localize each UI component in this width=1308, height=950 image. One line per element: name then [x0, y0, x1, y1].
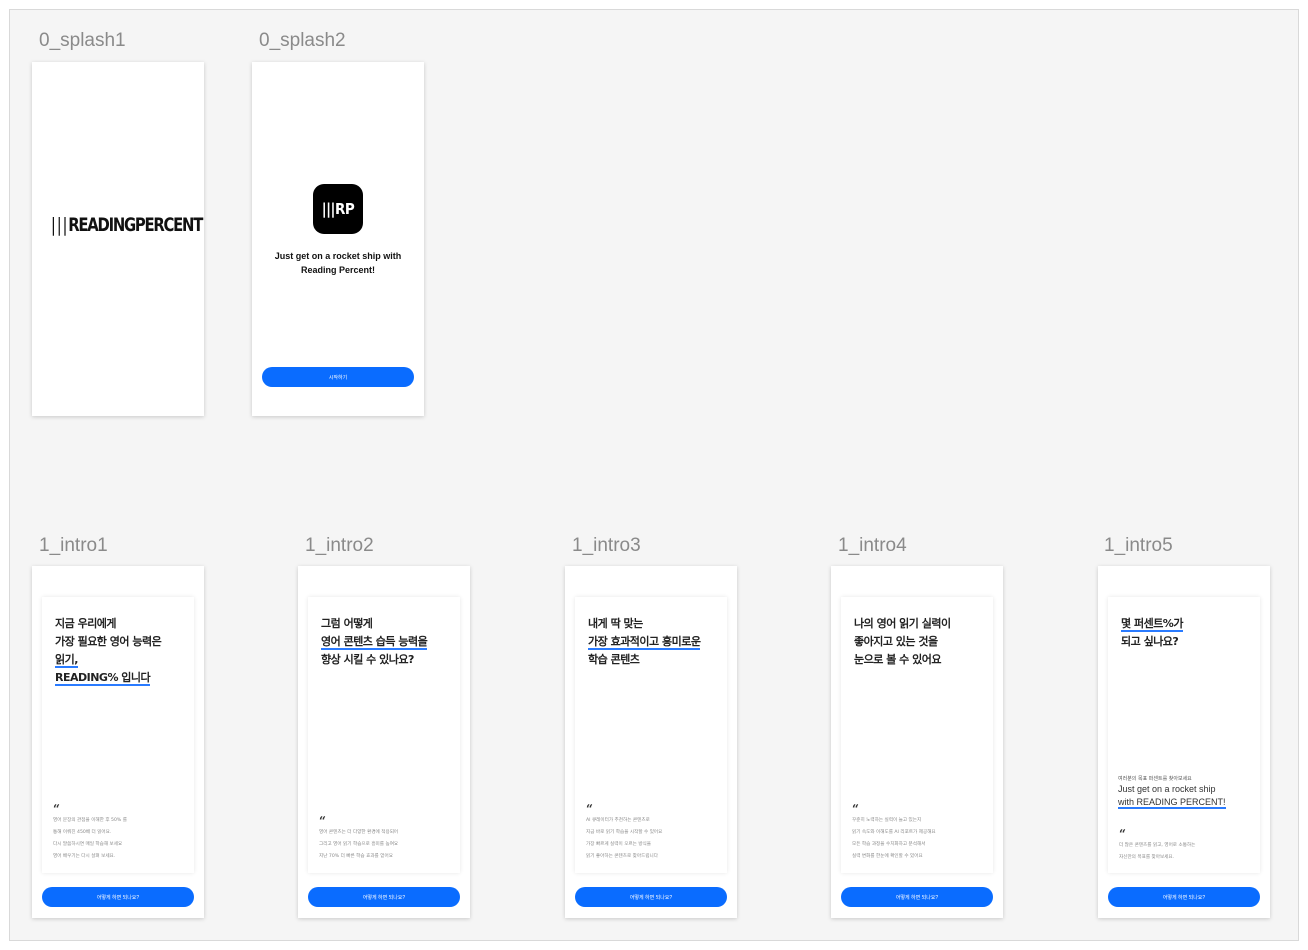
quote-icon: “ [53, 802, 60, 816]
heading-line: 지금 우리에게 [55, 617, 117, 630]
design-canvas: 0_splash1 |||READINGPERCENT 0_splash2 ||… [9, 9, 1299, 941]
body-line: 지난 70% 더 빠른 학습 효과를 얻어요 [319, 854, 393, 859]
artboard-intro2[interactable]: 그럼 어떻게 영어 콘텐츠 습득 능력을 향상 시킬 수 있나요? “ 영어 콘… [298, 566, 470, 918]
logo-wordmark: READINGPERCENT [68, 214, 203, 236]
tagline-line-1: Just get on a rocket ship with [274, 251, 402, 261]
frame-label-splash1[interactable]: 0_splash1 [39, 30, 126, 52]
readingpercent-logo: |||READINGPERCENT [50, 214, 203, 236]
intro-body: 영어 문장의 관점을 이해한 후 50% 를 통해 이뤄진 450배 더 읽어요… [53, 815, 187, 863]
splash-tagline: Just get on a rocket ship with Reading P… [252, 249, 424, 277]
intro-body: 더 많은 콘텐츠를 읽고, 영어로 소통하는 자신만의 목표를 찾아보세요. [1119, 840, 1253, 864]
heading-highlight: 영어 콘텐츠 습득 능력을 [321, 635, 428, 650]
artboard-intro4[interactable]: 나의 영어 읽기 실력이 좋아지고 있는 것을 눈으로 볼 수 있어요 “ 꾸준… [831, 566, 1003, 918]
body-line: 자신만의 목표를 찾아보세요. [1119, 855, 1175, 860]
frame-label-intro2[interactable]: 1_intro2 [305, 535, 374, 557]
intro-heading: 몇 퍼센트%가 되고 싶나요? [1121, 615, 1257, 651]
intro-subtitle: Just get on a rocket ship with READING P… [1118, 783, 1226, 809]
intro-card: 나의 영어 읽기 실력이 좋아지고 있는 것을 눈으로 볼 수 있어요 “ 꾸준… [841, 597, 993, 873]
tagline-line-2: Reading Percent! [300, 265, 376, 275]
quote-icon: “ [319, 814, 326, 828]
how-button[interactable]: 어떻게 하면 되나요? [308, 887, 460, 907]
artboard-intro5[interactable]: 몇 퍼센트%가 되고 싶나요? 여러분의 목표 퍼센트를 찾아보세요 Just … [1098, 566, 1270, 918]
intro-body: 꾸준히 노력하는 실력이 늘고 있는지 읽기 속도와 이해도를 AI 리포트가 … [852, 815, 986, 863]
subtitle-line: Just get on a rocket ship [1118, 784, 1216, 794]
body-line: 통해 이뤄진 450배 더 읽어요. [53, 830, 112, 835]
body-line: 지금 바로 읽기 학습을 시작할 수 있어요 [586, 830, 663, 835]
body-line: 가장 빠르게 실력이 오르는 방식을 [586, 842, 652, 847]
frame-label-intro3[interactable]: 1_intro3 [572, 535, 641, 557]
intro-body: 영어 콘텐츠는 더 다양한 환경에 적용되어 그리고 영어 읽기 학습으로 흥미… [319, 827, 453, 863]
how-button[interactable]: 어떻게 하면 되나요? [841, 887, 993, 907]
frame-label-intro1[interactable]: 1_intro1 [39, 535, 108, 557]
artboard-splash1[interactable]: |||READINGPERCENT [32, 62, 204, 416]
heading-line: 내게 딱 맞는 [588, 617, 643, 630]
heading-line: 향상 시킬 수 있나요? [321, 653, 414, 666]
body-line: 꾸준히 노력하는 실력이 늘고 있는지 [852, 818, 922, 823]
body-line: 그리고 영어 읽기 학습으로 흥미를 높여요 [319, 842, 399, 847]
artboard-splash2[interactable]: |||RP Just get on a rocket ship with Rea… [252, 62, 424, 416]
intro-subcaption: 여러분의 목표 퍼센트를 찾아보세요 [1118, 776, 1192, 782]
body-line: 다시 말씀하시면 매일 학습해 보세요 [53, 842, 123, 847]
intro-card: 몇 퍼센트%가 되고 싶나요? 여러분의 목표 퍼센트를 찾아보세요 Just … [1108, 597, 1260, 873]
artboard-intro1[interactable]: 지금 우리에게 가장 필요한 영어 능력은 읽기, READING% 입니다 “… [32, 566, 204, 918]
body-line: 영어 배우기는 다시 살펴 보세요. [53, 854, 116, 859]
body-line: 읽기 좋아하는 콘텐츠로 찾아드립니다 [586, 854, 659, 859]
start-button[interactable]: 시작하기 [262, 367, 414, 387]
how-button[interactable]: 어떻게 하면 되나요? [1108, 887, 1260, 907]
how-button[interactable]: 어떻게 하면 되나요? [575, 887, 727, 907]
heading-line: 학습 콘텐츠 [588, 653, 640, 666]
body-line: 읽기 속도와 이해도를 AI 리포트가 제공해요 [852, 830, 936, 835]
quote-icon: “ [1119, 827, 1126, 841]
heading-highlight: 몇 퍼센트%가 [1121, 617, 1183, 632]
heading-highlight: 가장 효과적이고 흥미로운 [588, 635, 701, 650]
intro-card: 내게 딱 맞는 가장 효과적이고 흥미로운 학습 콘텐츠 “ AI 큐레이터가 … [575, 597, 727, 873]
how-button[interactable]: 어떻게 하면 되나요? [42, 887, 194, 907]
heading-highlight: 읽기, [55, 653, 78, 668]
logo-bars: ||| [50, 214, 69, 236]
app-icon: |||RP [313, 184, 363, 234]
intro-body: AI 큐레이터가 추천하는 콘텐츠로 지금 바로 읽기 학습을 시작할 수 있어… [586, 815, 720, 863]
heading-line: 나의 영어 읽기 실력이 [854, 617, 951, 630]
body-line: 영어 콘텐츠는 더 다양한 환경에 적용되어 [319, 830, 399, 835]
body-line: AI 큐레이터가 추천하는 콘텐츠로 [586, 818, 650, 823]
heading-highlight: READING% 입니다 [55, 671, 151, 686]
artboard-intro3[interactable]: 내게 딱 맞는 가장 효과적이고 흥미로운 학습 콘텐츠 “ AI 큐레이터가 … [565, 566, 737, 918]
body-line: 더 많은 콘텐츠를 읽고, 영어로 소통하는 [1119, 843, 1196, 848]
heading-line: 되고 싶나요? [1121, 635, 1179, 648]
heading-line: 눈으로 볼 수 있어요 [854, 653, 941, 666]
intro-card: 지금 우리에게 가장 필요한 영어 능력은 읽기, READING% 입니다 “… [42, 597, 194, 873]
body-line: 모든 학습 과정을 수치화하고 분석해서 [852, 842, 926, 847]
frame-label-intro4[interactable]: 1_intro4 [838, 535, 907, 557]
intro-card: 그럼 어떻게 영어 콘텐츠 습득 능력을 향상 시킬 수 있나요? “ 영어 콘… [308, 597, 460, 873]
heading-line: 좋아지고 있는 것을 [854, 635, 938, 648]
body-line: 실력 변화를 한눈에 확인할 수 있어요 [852, 854, 923, 859]
app-icon-text: |||RP [321, 200, 355, 218]
heading-line: 그럼 어떻게 [321, 617, 373, 630]
intro-heading: 지금 우리에게 가장 필요한 영어 능력은 읽기, READING% 입니다 [55, 615, 191, 687]
intro-heading: 나의 영어 읽기 실력이 좋아지고 있는 것을 눈으로 볼 수 있어요 [854, 615, 990, 669]
subtitle-highlight: with READING PERCENT! [1118, 797, 1226, 809]
intro-heading: 그럼 어떻게 영어 콘텐츠 습득 능력을 향상 시킬 수 있나요? [321, 615, 457, 669]
heading-line: 가장 필요한 영어 능력은 [55, 635, 162, 648]
quote-icon: “ [586, 802, 593, 816]
quote-icon: “ [852, 802, 859, 816]
frame-label-intro5[interactable]: 1_intro5 [1104, 535, 1173, 557]
intro-heading: 내게 딱 맞는 가장 효과적이고 흥미로운 학습 콘텐츠 [588, 615, 724, 669]
frame-label-splash2[interactable]: 0_splash2 [259, 30, 346, 52]
body-line: 영어 문장의 관점을 이해한 후 50% 를 [53, 818, 127, 823]
